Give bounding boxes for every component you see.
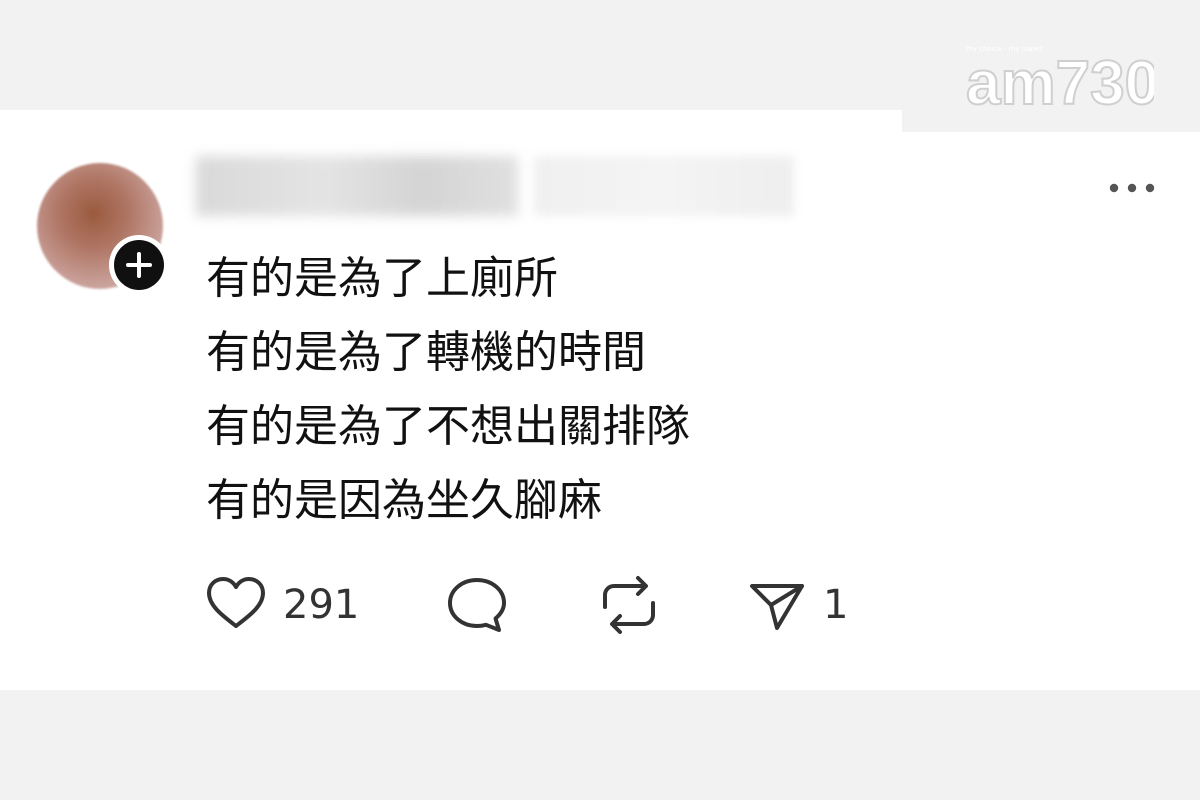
share-button[interactable]: 1 (747, 570, 857, 640)
post-line: 有的是為了轉機的時間 (206, 327, 646, 378)
more-horizontal-icon (1109, 183, 1155, 193)
am730-watermark: am730 my choice · my paper (902, 0, 1200, 132)
bottom-band (0, 690, 1200, 800)
more-options-button[interactable] (1104, 176, 1160, 200)
watermark-tagline: my choice · my paper (966, 45, 1043, 53)
send-icon (750, 584, 804, 630)
follow-button[interactable] (109, 235, 169, 295)
thread-post: 有的是為了上廁所 有的是為了轉機的時間 有的是為了不想出關排隊 有的是因為坐久腳… (0, 110, 1200, 690)
comment-bubble-icon (448, 578, 506, 632)
comment-button[interactable] (446, 570, 510, 640)
post-body: 有的是為了上廁所 有的是為了轉機的時間 有的是為了不想出關排隊 有的是因為坐久腳… (206, 242, 1106, 538)
repost-icon (603, 576, 655, 634)
blurred-username[interactable] (196, 156, 518, 216)
follow-badge-circle (114, 240, 164, 290)
plus-icon (126, 252, 152, 278)
like-button[interactable]: 291 (205, 570, 365, 640)
like-count: 291 (283, 582, 360, 628)
heart-icon (207, 577, 265, 628)
post-line: 有的是為了上廁所 (206, 253, 558, 304)
repost-button[interactable] (597, 570, 661, 640)
post-line: 有的是因為坐久腳麻 (206, 475, 602, 526)
blurred-timestamp (534, 156, 794, 216)
post-line: 有的是為了不想出關排隊 (206, 401, 690, 452)
share-count: 1 (823, 582, 849, 628)
logo-text: am730 (966, 49, 1154, 111)
